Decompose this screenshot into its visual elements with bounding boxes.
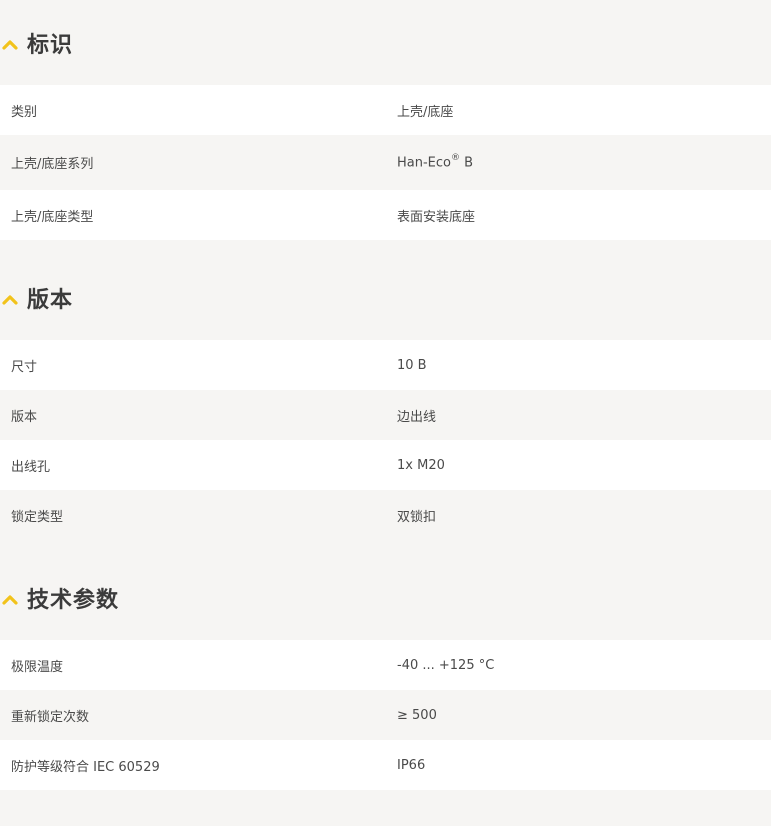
row-value: 双锁扣 xyxy=(397,509,437,525)
table-row: 版本 边出线 xyxy=(0,390,771,440)
row-value: 表面安装底座 xyxy=(397,209,476,225)
table-row: 锁定类型 双锁扣 xyxy=(0,490,771,540)
row-label: 尺寸 xyxy=(11,359,38,375)
chevron-up-icon xyxy=(2,39,18,50)
row-value: 10 B xyxy=(397,357,427,373)
value-text: Han-Eco xyxy=(397,155,451,171)
section-identification: 标识 类别 上壳/底座 上壳/底座系列 Han-Eco® B 上壳/底座类型 表… xyxy=(0,0,771,240)
registered-mark: ® xyxy=(451,153,460,164)
table-row: 重新锁定次数 ≥ 500 xyxy=(0,690,771,740)
row-label: 出线孔 xyxy=(11,459,51,475)
table-row: 上壳/底座类型 表面安装底座 xyxy=(0,190,771,240)
table-row: 上壳/底座系列 Han-Eco® B xyxy=(0,135,771,190)
row-value: 1x M20 xyxy=(397,457,445,473)
spec-table: 极限温度 -40 ... +125 °C 重新锁定次数 ≥ 500 防护等级符合… xyxy=(0,640,771,790)
row-label: 极限温度 xyxy=(11,659,64,675)
row-value: -40 ... +125 °C xyxy=(397,657,495,673)
row-value: 上壳/底座 xyxy=(397,104,454,120)
row-value: ≥ 500 xyxy=(397,707,437,723)
row-label: 锁定类型 xyxy=(11,509,64,525)
row-label: 重新锁定次数 xyxy=(11,709,90,725)
row-label: 防护等级符合 IEC 60529 xyxy=(11,759,160,775)
row-label: 上壳/底座类型 xyxy=(11,209,94,225)
row-value: 边出线 xyxy=(397,409,437,425)
section-technical-data: 技术参数 极限温度 -40 ... +125 °C 重新锁定次数 ≥ 500 防… xyxy=(0,555,771,790)
chevron-up-icon xyxy=(2,594,18,605)
chevron-up-icon xyxy=(2,294,18,305)
spec-table: 类别 上壳/底座 上壳/底座系列 Han-Eco® B 上壳/底座类型 表面安装… xyxy=(0,85,771,240)
section-title: 版本 xyxy=(27,287,74,313)
section-header-version[interactable]: 版本 xyxy=(0,255,771,340)
section-header-identification[interactable]: 标识 xyxy=(0,0,771,85)
row-label: 上壳/底座系列 xyxy=(11,157,94,172)
spec-table: 尺寸 10 B 版本 边出线 出线孔 1x M20 锁定类型 双锁扣 xyxy=(0,340,771,540)
section-version: 版本 尺寸 10 B 版本 边出线 出线孔 1x M20 锁定类型 双锁扣 xyxy=(0,255,771,540)
section-header-technical-data[interactable]: 技术参数 xyxy=(0,555,771,640)
row-label: 类别 xyxy=(11,104,38,120)
value-suffix: B xyxy=(460,155,474,171)
table-row: 极限温度 -40 ... +125 °C xyxy=(0,640,771,690)
table-row: 防护等级符合 IEC 60529 IP66 xyxy=(0,740,771,790)
row-label: 版本 xyxy=(11,409,38,425)
table-row: 类别 上壳/底座 xyxy=(0,85,771,135)
section-title: 标识 xyxy=(27,32,74,58)
row-value: IP66 xyxy=(397,757,426,773)
row-value: Han-Eco® B xyxy=(387,153,771,171)
table-row: 尺寸 10 B xyxy=(0,340,771,390)
section-title: 技术参数 xyxy=(27,587,120,613)
table-row: 出线孔 1x M20 xyxy=(0,440,771,490)
